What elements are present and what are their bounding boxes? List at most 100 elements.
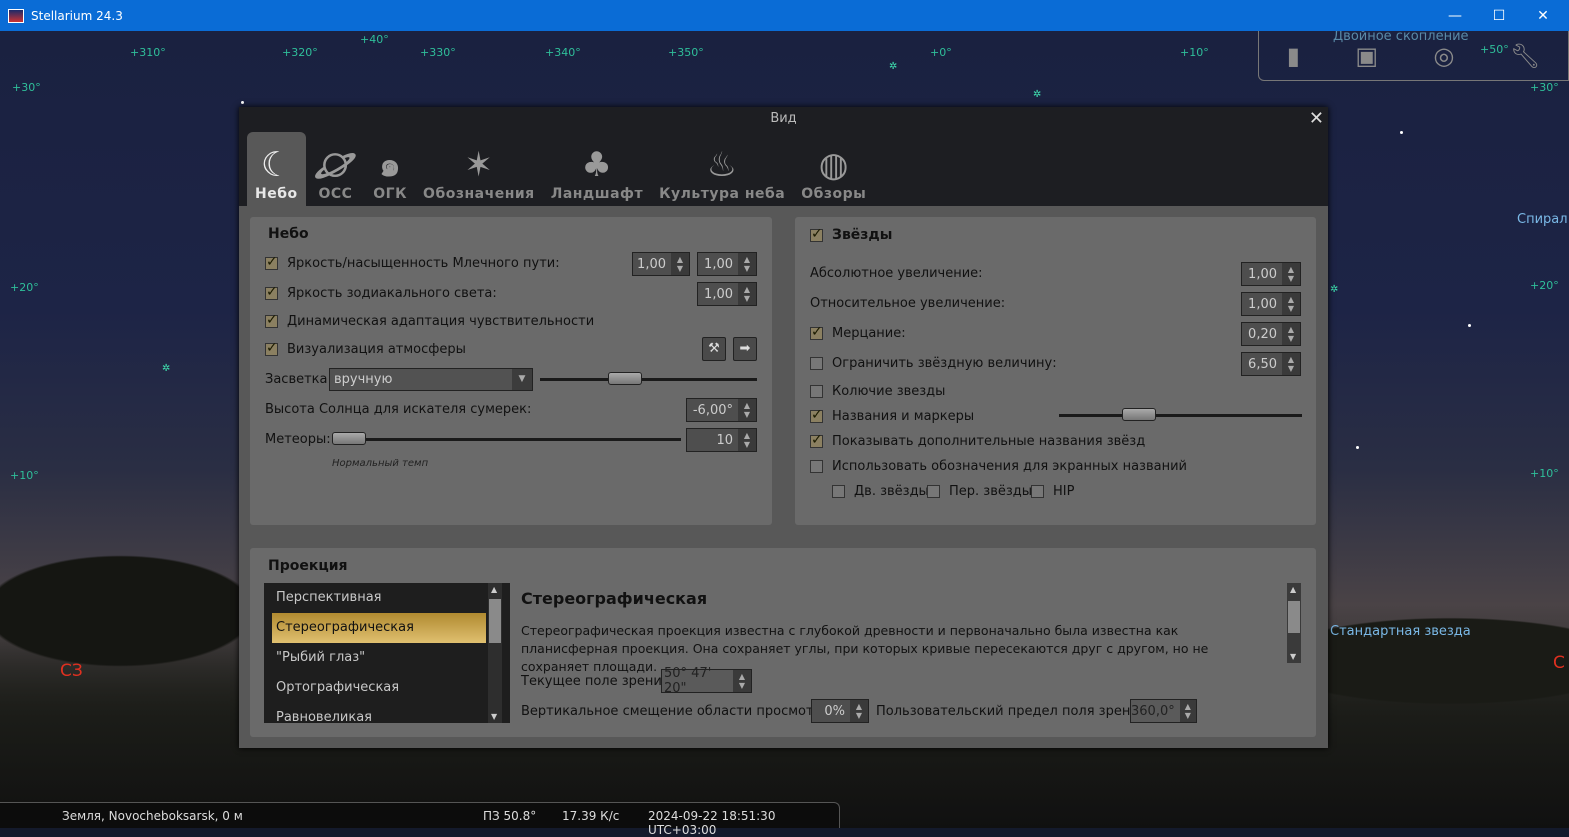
hip-checkbox[interactable] [1031,485,1044,498]
meteors-spinbox[interactable]: 10 ▲ ▼ [686,428,757,452]
spin-arrows-icon[interactable]: ▲ ▼ [850,700,868,722]
tab-dso[interactable]: ๑ ОГК [365,132,415,206]
milky-way-checkbox[interactable] [265,254,278,270]
spin-arrows-icon[interactable]: ▲ ▼ [733,670,751,692]
milky-way-brightness-spinbox[interactable]: 1,00 ▲ ▼ [632,252,690,276]
spin-arrows-icon[interactable]: ▲ ▼ [671,253,689,275]
tab-surveys[interactable]: ◍ Обзоры [793,132,874,206]
spin-arrows-icon[interactable]: ▲ ▼ [738,399,756,421]
grid-label: +20° [1530,279,1559,292]
relative-scale-spinbox[interactable]: 1,00 ▲ ▼ [1241,292,1301,316]
screen-icon[interactable]: ▣ [1355,42,1378,70]
spin-arrows-icon[interactable]: ▲ ▼ [738,283,756,305]
cluster-marker-icon: ✲ [1033,89,1042,100]
spin-arrows-icon[interactable]: ▲ ▼ [1282,263,1300,285]
atmosphere-checkbox[interactable] [265,340,278,356]
datetime[interactable]: 2024-09-22 18:51:30 UTC+03:00 [648,809,839,837]
cluster-marker-icon: ✲ [1330,284,1339,295]
arrow-down-icon[interactable]: ▼ [1290,652,1296,661]
top-right-toolbar: ▮ ▣ ◎ 🔧︎ [1258,31,1569,81]
star [241,101,244,104]
tab-markings[interactable]: ✶ Обозначения [415,132,543,206]
grid-label: +20° [10,281,39,294]
label: Ограничить звёздную величину: [832,356,1057,371]
dialog-titlebar[interactable]: Вид ✕ [239,107,1328,131]
cardinal-n: С [1553,653,1565,673]
double-stars-checkbox[interactable] [832,485,845,498]
list-item-selected[interactable]: Стереографическая [272,613,486,643]
arrow-down-icon[interactable]: ▼ [491,712,497,721]
value: 50° 47' 20" [664,666,712,696]
slider-handle[interactable] [1122,408,1156,421]
tab-sky[interactable]: ☾ Небо [247,132,306,206]
arrow-up-icon[interactable]: ▲ [491,585,497,594]
zodiacal-spinbox[interactable]: 1,00 ▲ ▼ [697,282,757,306]
light-pollution-combo[interactable]: вручную ▼ [329,368,533,391]
minimize-button[interactable]: — [1432,0,1478,31]
fov-spinbox[interactable]: 50° 47' 20" ▲ ▼ [661,666,752,696]
slider-handle[interactable] [332,432,366,445]
value: 0% [824,703,845,719]
sun-altitude-spinbox[interactable]: -6,00° ▲ ▼ [686,398,757,422]
grid-label: +330° [420,46,456,59]
stars-checkbox[interactable] [810,226,823,242]
value: 1,00 [637,256,666,272]
target-icon[interactable]: ◎ [1433,42,1454,70]
additional-names-checkbox[interactable] [810,432,823,448]
spin-arrows-icon[interactable]: ▲ ▼ [738,429,756,451]
twinkle-spinbox[interactable]: 0,20 ▲ ▼ [1241,322,1301,346]
projection-list-scrollbar[interactable]: ▲ ▼ [488,583,502,723]
wrench-icon[interactable]: 🔧︎ [1510,42,1540,70]
labels-slider[interactable] [1059,408,1302,421]
variable-stars-checkbox[interactable] [927,485,940,498]
tab-landscape[interactable]: ♣ Ландшафт [543,132,651,206]
slider-handle[interactable] [608,372,642,385]
atmosphere-settings-button[interactable]: ⚒ [702,337,726,361]
arrow-up-icon[interactable]: ▲ [1290,585,1296,594]
spin-arrows-icon[interactable]: ▲ ▼ [1282,353,1300,375]
fov-limit-spinbox[interactable]: 360,0° ▲ ▼ [1130,699,1197,723]
tab-solar-system[interactable]: 🪐︎ ОСС [306,132,366,206]
list-item[interactable]: Перспективная [264,583,486,613]
list-item[interactable]: Ортографическая [264,673,486,703]
maximize-button[interactable]: ☐ [1476,0,1522,31]
limit-mag-checkbox[interactable] [810,357,823,370]
projection-list[interactable]: Перспективная Стереографическая "Рыбий г… [264,583,510,723]
limit-mag-spinbox[interactable]: 6,50 ▲ ▼ [1241,352,1301,376]
list-item[interactable]: Равновеликая [264,703,486,723]
sun-altitude-label: Высота Солнца для искателя сумерек: [265,402,532,417]
absolute-scale-spinbox[interactable]: 1,00 ▲ ▼ [1241,262,1301,286]
designations-checkbox[interactable] [810,460,823,473]
vshift-label: Вертикальное смещение области просмотра [521,704,830,719]
light-pollution-slider[interactable] [540,372,757,385]
twinkle-checkbox[interactable] [810,324,823,340]
status-bar: Земля, Novocheboksarsk, 0 м ПЗ 50.8° 17.… [0,802,840,837]
dialog-close-button[interactable]: ✕ [1309,107,1324,131]
label: Пер. звёзды [949,484,1033,499]
scrollbar-thumb[interactable] [489,599,501,643]
telescope-icon[interactable]: ▮ [1287,42,1300,70]
tab-sky-culture[interactable]: ♨ Культура неба [651,132,793,206]
spin-arrows-icon[interactable]: ▲ ▼ [1282,293,1300,315]
meteors-slider[interactable] [332,432,681,445]
spin-arrows-icon[interactable]: ▲ ▼ [1282,323,1300,345]
star [1400,131,1403,134]
spin-arrows-icon[interactable]: ▲ ▼ [1179,700,1196,722]
adaptation-checkbox[interactable] [265,312,278,328]
variable-stars-row: Пер. звёзды [927,484,1032,499]
close-window-button[interactable]: ✕ [1520,0,1566,31]
spin-arrows-icon[interactable]: ▲ ▼ [738,253,756,275]
spiky-checkbox[interactable] [810,385,823,398]
list-item[interactable]: "Рыбий глаз" [264,643,486,673]
scrollbar-thumb[interactable] [1288,601,1300,633]
atmosphere-next-button[interactable]: ➡ [733,337,757,361]
zodiacal-checkbox[interactable] [265,284,278,300]
view-direction: ПЗ 50.8° [483,809,537,823]
constellation-icon: ✶ [464,145,494,185]
labels-checkbox[interactable] [810,407,823,423]
vshift-spinbox[interactable]: 0% ▲ ▼ [811,699,869,723]
twinkle-row: Мерцание: [810,324,906,341]
description-scrollbar[interactable]: ▲ ▼ [1287,583,1301,663]
milky-way-saturation-spinbox[interactable]: 1,00 ▲ ▼ [697,252,757,276]
label: Дв. звёзды [854,484,929,499]
